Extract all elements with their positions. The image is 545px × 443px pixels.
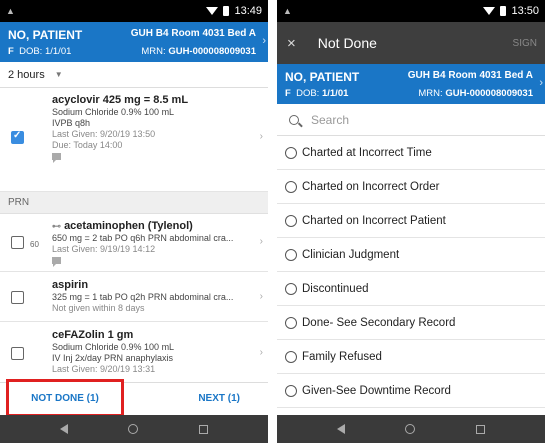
radio-icon[interactable] — [285, 282, 297, 295]
med-row-aspirin[interactable]: aspirin 325 mg = 1 tab PO q2h PRN abdomi… — [0, 272, 268, 322]
not-done-reason-screen: ▲ 13:50 × Not Done SIGN NO, PATIENT GUH … — [277, 0, 545, 443]
close-icon[interactable]: × — [287, 35, 296, 52]
radio-icon[interactable] — [285, 350, 297, 363]
reason-option[interactable]: Family Refused — [277, 340, 545, 374]
status-time: 13:49 — [234, 5, 262, 17]
reason-option[interactable]: Charted at Incorrect Time — [277, 136, 545, 170]
med-row-cefazolin[interactable]: ceFAZolin 1 gm Sodium Chloride 0.9% 100 … — [0, 322, 268, 384]
search-input[interactable]: Search — [277, 104, 545, 136]
status-bar: ▲ 13:49 — [0, 0, 268, 22]
dropdown-caret-icon: ▼ — [54, 70, 63, 79]
patient-mrn: MRN: GUH-000008009031 — [418, 88, 533, 99]
chevron-right-icon: › — [259, 291, 263, 302]
back-icon[interactable] — [337, 424, 346, 434]
checkbox-icon[interactable] — [11, 291, 24, 304]
prn-section-header: PRN — [0, 192, 268, 214]
notification-icon: ▲ — [283, 6, 292, 16]
med-detail: IV Inj 2x/day PRN anaphylaxis — [52, 353, 174, 363]
patient-name: NO, PATIENT — [285, 70, 360, 84]
battery-icon — [500, 6, 507, 16]
action-bar: NOT DONE (1) NEXT (1) — [0, 379, 268, 417]
med-detail: Sodium Chloride 0.9% 100 mL — [52, 107, 175, 117]
home-icon[interactable] — [405, 424, 416, 434]
med-detail: Sodium Chloride 0.9% 100 mL — [52, 342, 175, 352]
radio-icon[interactable] — [285, 146, 297, 159]
recents-icon[interactable] — [198, 424, 208, 434]
reason-option[interactable]: Charted on Incorrect Patient — [277, 204, 545, 238]
next-button[interactable]: NEXT (1) — [198, 393, 240, 404]
android-nav-bar — [277, 415, 545, 443]
checkbox-icon[interactable] — [11, 347, 24, 360]
sign-button[interactable]: SIGN — [513, 38, 537, 49]
patient-banner[interactable]: NO, PATIENT GUH B4 Room 4031 Bed A F DOB… — [277, 64, 545, 104]
radio-icon[interactable] — [285, 248, 297, 261]
wifi-icon — [483, 7, 496, 15]
recents-icon[interactable] — [475, 424, 485, 434]
med-detail: IVPB q8h — [52, 118, 91, 128]
checkbox-icon[interactable] — [11, 236, 24, 249]
time-filter-value: 2 hours — [8, 68, 45, 81]
patient-mrn: MRN: GUH-000008009031 — [141, 46, 256, 57]
checkbox-icon[interactable] — [11, 130, 24, 144]
dose-prefix: 60 — [30, 240, 39, 249]
chevron-right-icon: › — [262, 35, 266, 47]
patient-banner[interactable]: NO, PATIENT GUH B4 Room 4031 Bed A F DOB… — [0, 22, 268, 62]
radio-icon[interactable] — [285, 316, 297, 329]
med-row-acyclovir[interactable]: acyclovir 425 mg = 8.5 mL Sodium Chlorid… — [0, 88, 268, 192]
reason-option[interactable]: Given-See Downtime Record — [277, 374, 545, 408]
med-name: ⊷ acetaminophen (Tylenol) — [52, 220, 193, 232]
med-last-given: Last Given: 9/19/19 14:12 — [52, 244, 156, 254]
med-name: aspirin — [52, 279, 89, 291]
med-name: ceFAZolin 1 gm — [52, 329, 134, 341]
reason-option[interactable]: Charted on Incorrect Order — [277, 170, 545, 204]
page-title: Not Done — [317, 35, 377, 51]
wifi-icon — [206, 7, 219, 15]
pill-icon: ⊷ — [52, 221, 61, 231]
home-icon[interactable] — [128, 424, 139, 434]
patient-room: GUH B4 Room 4031 Bed A — [407, 70, 533, 81]
chevron-right-icon: › — [259, 347, 263, 358]
med-row-acetaminophen[interactable]: 60 ⊷ acetaminophen (Tylenol) 650 mg = 2 … — [0, 214, 268, 272]
time-filter-dropdown[interactable]: 2 hours ▼ — [0, 62, 268, 88]
status-bar: ▲ 13:50 — [277, 0, 545, 22]
chevron-right-icon: › — [539, 77, 543, 89]
patient-name: NO, PATIENT — [8, 28, 83, 42]
patient-room: GUH B4 Room 4031 Bed A — [130, 28, 256, 39]
med-name: acyclovir 425 mg = 8.5 mL — [52, 94, 189, 106]
patient-dob: F DOB: 1/1/01 — [8, 46, 72, 57]
med-detail: 650 mg = 2 tab PO q6h PRN abdominal cra.… — [52, 233, 234, 243]
chevron-right-icon: › — [259, 131, 263, 142]
reason-option[interactable]: Clinician Judgment — [277, 238, 545, 272]
note-icon — [52, 153, 61, 163]
chevron-right-icon: › — [259, 236, 263, 247]
radio-icon[interactable] — [285, 180, 297, 193]
search-icon — [289, 114, 299, 125]
med-not-given: Not given within 8 days — [52, 303, 145, 313]
radio-icon[interactable] — [285, 384, 297, 397]
med-due: Due: Today 14:00 — [52, 140, 123, 150]
med-detail: 325 mg = 1 tab PO q2h PRN abdominal cra.… — [52, 292, 234, 302]
notification-icon: ▲ — [6, 6, 15, 16]
not-done-button[interactable]: NOT DONE (1) — [6, 379, 124, 417]
reason-option[interactable]: Discontinued — [277, 272, 545, 306]
radio-icon[interactable] — [285, 214, 297, 227]
med-last-given: Last Given: 9/20/19 13:31 — [52, 364, 156, 374]
reason-option[interactable]: Done- See Secondary Record — [277, 306, 545, 340]
med-last-given: Last Given: 9/20/19 13:50 — [52, 129, 156, 139]
app-bar: × Not Done SIGN — [277, 22, 545, 64]
back-icon[interactable] — [60, 424, 69, 434]
android-nav-bar — [0, 415, 268, 443]
note-icon — [52, 257, 61, 267]
battery-icon — [223, 6, 230, 16]
patient-dob: F DOB: 1/1/01 — [285, 88, 349, 99]
med-admin-screen: ▲ 13:49 NO, PATIENT GUH B4 Room 4031 Bed… — [0, 0, 268, 443]
status-time: 13:50 — [511, 5, 539, 17]
search-placeholder: Search — [311, 112, 350, 127]
